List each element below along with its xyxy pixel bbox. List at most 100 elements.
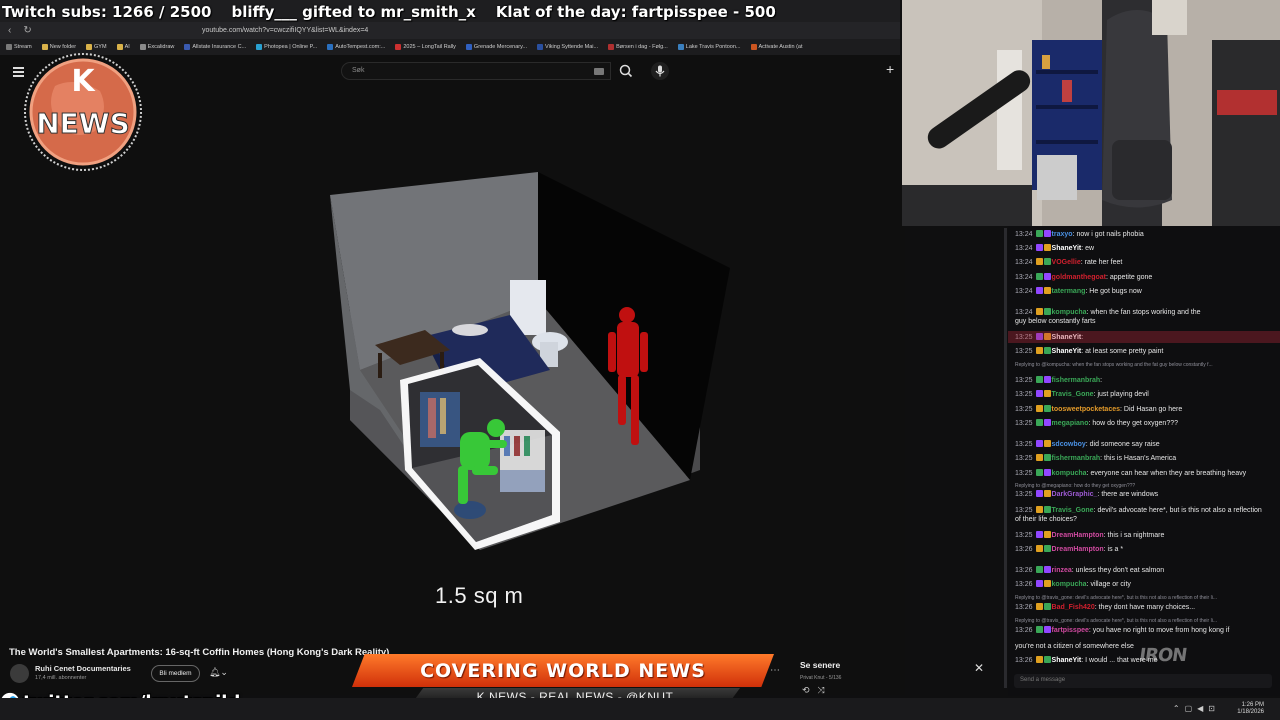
chat-username[interactable]: kompucha	[1052, 309, 1087, 316]
chat-badge-icon	[1043, 506, 1051, 513]
chat-username[interactable]: Travis_Gone	[1052, 391, 1094, 398]
chat-username[interactable]: tatermang	[1052, 288, 1086, 295]
chat-timestamp: 13:24	[1015, 309, 1033, 316]
chat-timestamp: 13:25	[1015, 377, 1033, 384]
chat-timestamp: 13:24	[1015, 274, 1033, 281]
voice-search-button[interactable]	[651, 62, 669, 80]
chat-badge-icon	[1043, 308, 1051, 315]
chat-username[interactable]: VOGellie	[1052, 259, 1081, 266]
chat-username[interactable]: toosweetpocketaces	[1052, 406, 1120, 413]
bookmark-item[interactable]: Lake Travis Pontoon...	[677, 44, 741, 50]
playlist-controls[interactable]: ⟲⤨	[802, 685, 833, 696]
reload-icon[interactable]: ↻	[23, 25, 31, 36]
chat-text: unless they don't eat salmon	[1075, 567, 1165, 574]
chat-username[interactable]: sdcowboy	[1052, 441, 1086, 448]
chat-message[interactable]: 13:25 kompucha: everyone can hear when th…	[1015, 469, 1246, 478]
clock[interactable]: 1:26 PM 1/18/2026	[1237, 702, 1264, 716]
chat-message[interactable]: 13:25 megapiano: how do they get oxygen??…	[1015, 419, 1178, 428]
chat-username[interactable]: fishermanbrah	[1052, 377, 1101, 384]
browser-address-bar[interactable]: ‹ ↻ youtube.com/watch?v=cwczifiIQYY&list=…	[0, 22, 900, 39]
chat-message[interactable]: 13:25 DarkGraphic_: there are windows	[1015, 490, 1158, 499]
chat-message[interactable]: 13:26 ShaneYit: I would ... that were me	[1015, 656, 1158, 665]
chat-message[interactable]: 13:25 fishermanbrah:	[1015, 376, 1102, 385]
keyboard-icon[interactable]	[594, 68, 604, 75]
join-button[interactable]: Bli medlem	[151, 665, 200, 682]
chat-username[interactable]: kompucha	[1052, 581, 1087, 588]
chat-username[interactable]: kompucha	[1052, 470, 1087, 477]
chat-message[interactable]: 13:25 toosweetpocketaces: Did Hasan go he…	[1015, 405, 1182, 414]
chat-username[interactable]: DreamHampton	[1052, 532, 1104, 539]
url-field[interactable]: youtube.com/watch?v=cwczifiIQYY&list=WL&…	[202, 27, 368, 34]
chat-badge-icon	[1043, 244, 1051, 251]
chat-message[interactable]: 13:26 DreamHampton: is a *	[1015, 545, 1123, 554]
chat-timestamp: 13:25	[1015, 491, 1033, 498]
chat-username[interactable]: ShaneYit	[1052, 245, 1082, 252]
search-input[interactable]: Søk	[341, 62, 611, 80]
chat-text: is a *	[1107, 546, 1124, 553]
chat-message[interactable]: 13:26 fartpisspee: you have no right to m…	[1015, 626, 1229, 635]
create-icon[interactable]: +	[886, 61, 894, 77]
bookmark-item[interactable]: Photopea | Online P...	[256, 44, 317, 50]
more-options-icon[interactable]: ⋯	[770, 665, 780, 676]
chat-username[interactable]: Bad_Fish420	[1052, 604, 1095, 611]
bookmark-item[interactable]: Grenade Mercenary...	[465, 44, 527, 50]
chat-username[interactable]: fartpisspee	[1052, 627, 1089, 634]
chat-username[interactable]: traxyo	[1052, 231, 1073, 238]
chat-message[interactable]: 13:25 fishermanbrah: this is Hasan's Amer…	[1015, 454, 1176, 463]
bookmark-item[interactable]: Allstate Insurance C...	[184, 44, 246, 50]
bookmark-item[interactable]: Børsen i dag - Følg...	[608, 44, 668, 50]
channel-name[interactable]: Ruhi Cenet Documentaries	[35, 664, 131, 673]
bookmark-item[interactable]: AutoTempest.com:...	[327, 44, 385, 50]
miniplayer[interactable]: ⋯ Se senere Privat Knut - 5/136 ✕ ⟲⤨	[770, 655, 995, 696]
chat-scrollbar[interactable]	[1004, 228, 1007, 688]
system-tray-icons[interactable]: ⌃▢◀︎⊡	[1173, 704, 1220, 713]
chat-message[interactable]: of their life choices?	[1015, 515, 1077, 524]
chat-badge-icon	[1035, 626, 1043, 633]
chat-message[interactable]: guy below constantly farts	[1015, 317, 1096, 326]
browser-nav-buttons[interactable]: ‹ ↻	[8, 25, 178, 36]
chat-message[interactable]: 13:26 rinzea: unless they don't eat salmo…	[1015, 566, 1164, 575]
channel-avatar[interactable]	[10, 664, 29, 683]
chat-message[interactable]: 13:25 sdcowboy: did someone say raise	[1015, 440, 1160, 449]
chat-username[interactable]: megapiano	[1052, 420, 1089, 427]
bell-icon[interactable]: 🔔︎⌄	[209, 667, 228, 678]
chat-badge-icon	[1035, 506, 1043, 513]
chat-message[interactable]: you're not a citizen of somewhere else	[1015, 642, 1134, 651]
chat-username[interactable]: ShaneYit	[1052, 657, 1082, 664]
chat-username[interactable]: Travis_Gone	[1052, 507, 1094, 514]
chat-message[interactable]: 13:26 Bad_Fish420: they dont have many ch…	[1015, 603, 1195, 612]
close-icon[interactable]: ✕	[974, 661, 984, 675]
chat-text: everyone can hear when they are breathin…	[1090, 470, 1247, 477]
chat-text: did someone say raise	[1089, 441, 1160, 448]
chat-username[interactable]: ShaneYit	[1052, 348, 1082, 355]
chat-message[interactable]: 13:25 Travis_Gone: devil's advocate here*…	[1015, 506, 1262, 515]
chat-message[interactable]: 13:26 kompucha: village or city	[1015, 580, 1131, 589]
chat-username[interactable]: DarkGraphic_	[1052, 491, 1098, 498]
chat-username[interactable]: DreamHampton	[1052, 546, 1104, 553]
chat-message[interactable]: 13:25 Travis_Gone: just playing devil	[1015, 390, 1149, 399]
chat-message[interactable]: 13:24 goldmanthegoat: appetite gone	[1015, 273, 1152, 282]
bookmark-item[interactable]: Activate Austin (at	[750, 44, 803, 50]
bookmark-item[interactable]: Viking Syttende Mai...	[537, 44, 598, 50]
chat-message[interactable]: 13:24 VOGellie: rate her feet	[1015, 258, 1122, 267]
chat-text: this is Hasan's America	[1104, 455, 1177, 462]
back-icon[interactable]: ‹	[8, 25, 11, 36]
search-button[interactable]	[613, 62, 639, 80]
bookmark-item[interactable]: New folder	[41, 44, 76, 50]
bookmark-item[interactable]: 2025 – LongTail Rally	[395, 44, 456, 50]
bookmark-item[interactable]: AI	[116, 44, 130, 50]
bookmark-item[interactable]: GYM	[86, 44, 107, 50]
bookmark-icon	[116, 44, 123, 50]
chat-message[interactable]: 13:24 traxyo: now i got nails phobia	[1015, 230, 1144, 239]
chat-message[interactable]: 13:25 DreamHampton: this i sa nightmare	[1015, 531, 1164, 540]
chat-username[interactable]: rinzea	[1052, 567, 1072, 574]
chat-message[interactable]: 13:24 tatermang: He got bugs now	[1015, 287, 1142, 296]
chat-username[interactable]: fishermanbrah	[1052, 455, 1101, 462]
chat-username[interactable]: goldmanthegoat	[1052, 274, 1106, 281]
chat-message[interactable]: 13:24 kompucha: when the fan stops workin…	[1015, 308, 1201, 317]
chat-reply-context: Replying to @kompucha: when the fan stop…	[1015, 362, 1213, 368]
chat-message[interactable]: 13:24 ShaneYit: ew	[1015, 244, 1094, 253]
bookmark-item[interactable]: Excalidraw	[139, 44, 174, 50]
bookmark-item[interactable]: Stream	[6, 44, 32, 50]
chat-message[interactable]: 13:25 ShaneYit: at least some pretty pain…	[1015, 347, 1163, 356]
